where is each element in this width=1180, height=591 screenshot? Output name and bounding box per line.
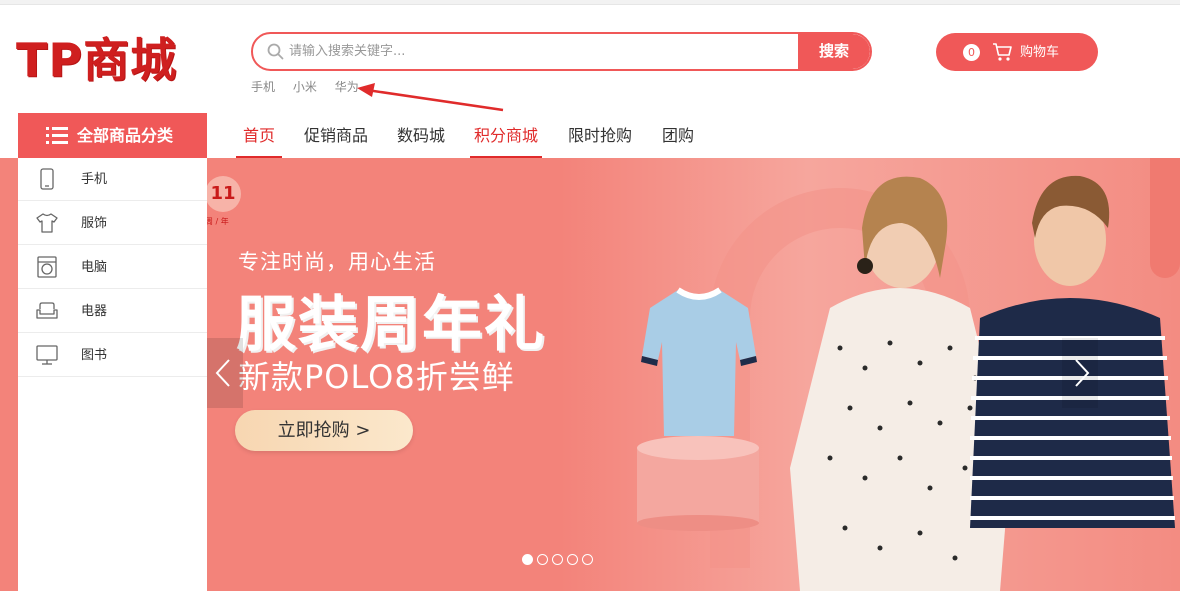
- cart-button[interactable]: 0 购物车: [936, 33, 1098, 71]
- anniversary-badge: 11: [205, 176, 241, 212]
- search-icon: [267, 43, 284, 60]
- page: TP商城 搜索 手机 小米 华为 0 购物车 全部商品分类: [0, 0, 1180, 591]
- shirt-icon: [36, 213, 58, 233]
- chevron-left-icon: [215, 359, 230, 387]
- nav-item-flash-sale[interactable]: 限时抢购: [568, 113, 632, 158]
- banner-prev-button[interactable]: [207, 338, 243, 408]
- category-item-phone[interactable]: 手机: [18, 158, 207, 201]
- carousel-dot[interactable]: [552, 554, 563, 565]
- phone-icon: [40, 168, 54, 190]
- cart-count-badge: 0: [963, 44, 980, 61]
- anniversary-badge-sub: 周 / 年: [205, 217, 229, 226]
- category-label: 手机: [81, 172, 108, 187]
- nav-item-home[interactable]: 首页: [236, 113, 283, 158]
- category-label: 电脑: [81, 260, 108, 275]
- banner-next-button[interactable]: [1062, 338, 1098, 408]
- search-box: 搜索: [251, 32, 872, 71]
- carousel-dot[interactable]: [567, 554, 578, 565]
- product-pedestal: [637, 436, 759, 531]
- banner-subline: 新款POLO8折尝鲜: [238, 358, 515, 396]
- carousel-dot[interactable]: [522, 554, 533, 565]
- cart-label: 购物车: [1020, 45, 1060, 60]
- carousel-dot[interactable]: [537, 554, 548, 565]
- sofa-icon: [36, 302, 58, 319]
- site-logo[interactable]: TP商城: [16, 30, 177, 90]
- shop-now-button[interactable]: 立即抢购 >: [235, 410, 413, 451]
- banner-headline: 服装周年礼: [236, 290, 546, 360]
- all-categories-label: 全部商品分类: [77, 126, 174, 145]
- carousel-dot[interactable]: [582, 554, 593, 565]
- category-item-computer[interactable]: 电脑: [18, 246, 207, 289]
- list-icon: [46, 127, 68, 144]
- monitor-icon: [36, 345, 58, 365]
- search-button[interactable]: 搜索: [798, 34, 870, 69]
- category-item-appliances[interactable]: 电器: [18, 290, 207, 333]
- top-bar: [0, 0, 1180, 5]
- nav-item-group-buy[interactable]: 团购: [662, 113, 694, 158]
- hot-word-link[interactable]: 手机: [251, 80, 275, 94]
- nav-item-points-mall[interactable]: 积分商城: [470, 113, 543, 158]
- nav-item-digital[interactable]: 数码城: [397, 113, 445, 158]
- hot-word-link[interactable]: 小米: [293, 80, 317, 94]
- product-shirt-image: [641, 287, 757, 436]
- annotation-arrow: [357, 83, 504, 112]
- washer-icon: [37, 256, 57, 278]
- all-categories-header[interactable]: 全部商品分类: [18, 113, 207, 158]
- category-item-books[interactable]: 图书: [18, 334, 207, 377]
- category-list: 手机 服饰 电脑 电器 图书: [18, 158, 207, 591]
- banner-tagline: 专注时尚，用心生活: [238, 250, 436, 274]
- nav-item-promotions[interactable]: 促销商品: [304, 113, 368, 158]
- category-label: 电器: [81, 304, 108, 319]
- cart-icon: [993, 43, 1012, 61]
- search-input[interactable]: [289, 34, 789, 69]
- chevron-right-icon: [1075, 359, 1090, 387]
- category-item-apparel[interactable]: 服饰: [18, 202, 207, 245]
- category-label: 服饰: [81, 216, 108, 231]
- category-label: 图书: [81, 348, 108, 363]
